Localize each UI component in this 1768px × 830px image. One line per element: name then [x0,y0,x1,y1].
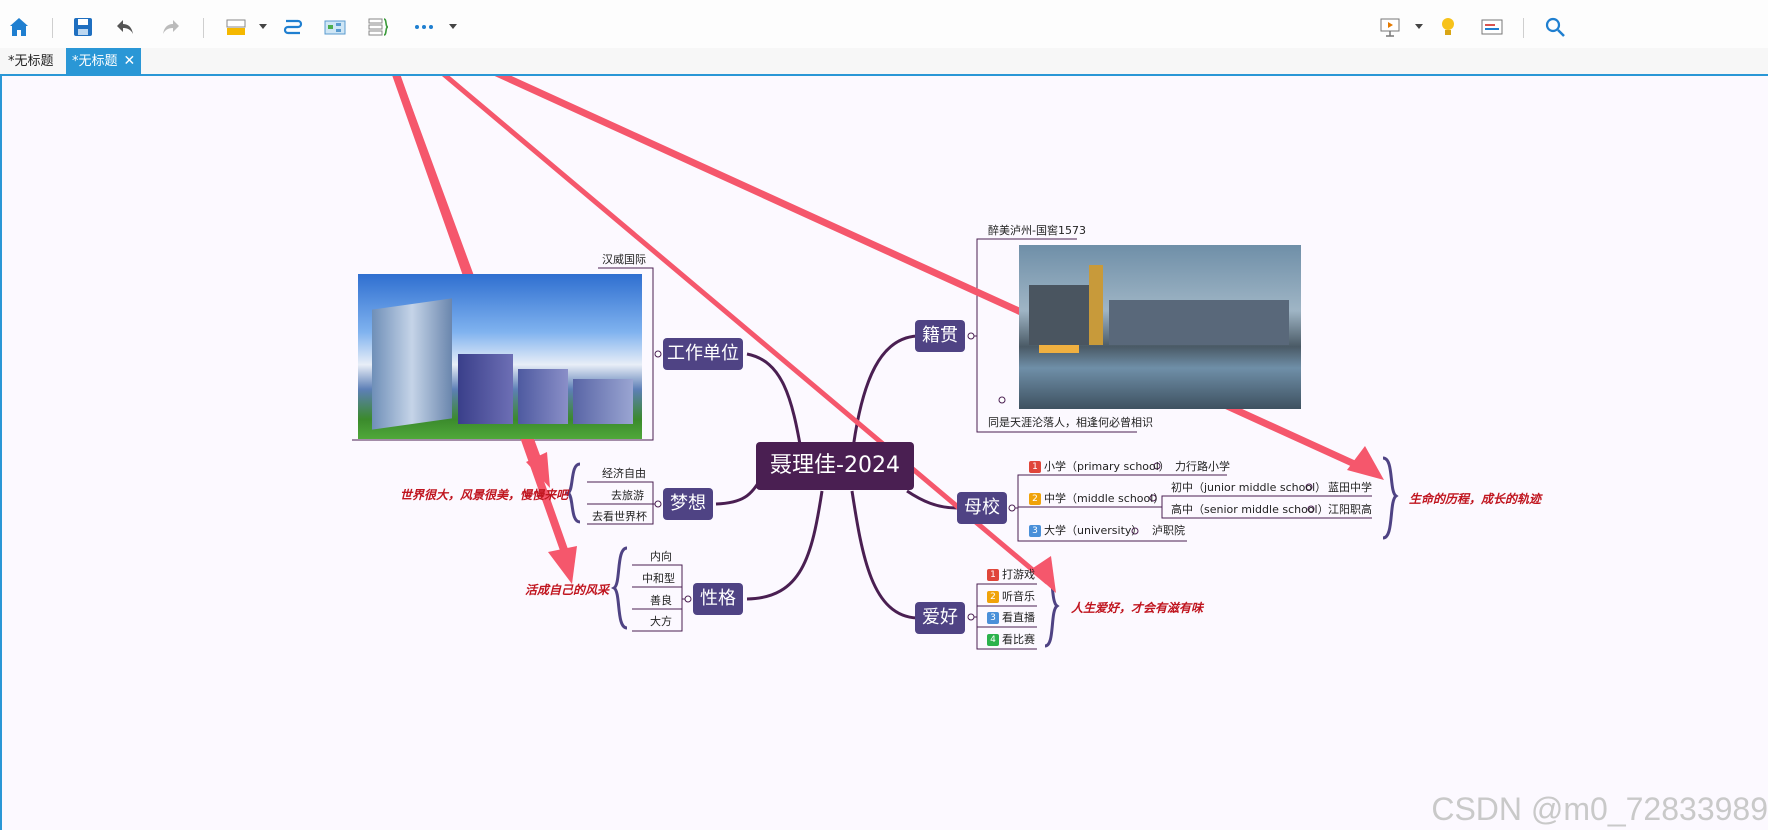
redo-button[interactable] [157,14,183,40]
subtopic-dream-1[interactable]: 经济自由 [602,467,646,481]
topic-work[interactable]: 工作单位 [663,338,743,370]
subtopic-label: 打游戏 [1002,568,1035,581]
branch-hobby [850,490,918,620]
tab-untitled-2[interactable]: *无标题 ✕ [66,48,142,75]
topic-hobby[interactable]: 爱好 [915,602,965,634]
subtopic-school-senior-value[interactable]: 江阳职高 [1328,503,1372,517]
insert-topic-button[interactable] [223,14,249,40]
subtopic-hometown-top[interactable]: 醉美泸州-国窖1573 [988,224,1086,238]
home-icon [10,18,28,36]
subtopic-hobby-2[interactable]: 2 听音乐 [987,590,1035,604]
priority-badge: 1 [987,569,999,581]
chevron-down-icon[interactable] [1415,22,1423,30]
subtopic-character-4[interactable]: 大方 [650,615,672,629]
presentation-button[interactable] [1377,14,1403,40]
topic-hometown[interactable]: 籍贯 [915,320,965,352]
summary-dream[interactable]: 世界很大，风景很美，慢慢来吧 [400,486,568,503]
map-structure-icon [324,20,346,35]
office-building-photo [358,274,642,439]
priority-badge: 2 [987,591,999,603]
undo-button[interactable] [113,14,139,40]
chevron-down-icon[interactable] [449,22,457,30]
boundary-button[interactable] [365,14,391,40]
subtopic-label: 小学（primary school） [1044,460,1170,473]
subtopic-character-1[interactable]: 内向 [650,550,672,564]
brace-school [1382,456,1399,540]
document-tabs: *无标题 *无标题 ✕ [0,48,1768,75]
save-button[interactable] [70,14,96,40]
tab-label: *无标题 [8,54,54,69]
priority-badge: 1 [1029,461,1041,473]
central-topic[interactable]: 聂理佳-2024 [756,442,914,490]
priority-badge: 2 [1029,493,1041,505]
panel-toggle-button[interactable] [1479,14,1505,40]
watermark: CSDN @m0_72833989 [1431,791,1768,827]
subtopic-dream-3[interactable]: 去看世界杯 [592,510,647,524]
search-icon [1545,17,1565,37]
redo-icon [163,20,179,34]
brace-character [610,546,628,630]
priority-badge: 4 [987,634,999,646]
luzhou-river-photo [1019,245,1301,409]
subtopic-dream-2[interactable]: 去旅游 [611,489,644,503]
relationship-button[interactable] [280,14,306,40]
topic-character[interactable]: 性格 [693,583,743,615]
subtopic-hobby-4[interactable]: 4 看比赛 [987,633,1035,647]
summary-button[interactable] [322,14,348,40]
boundary-icon [368,18,389,36]
topic-school[interactable]: 母校 [957,492,1007,524]
topic-dream[interactable]: 梦想 [663,488,713,520]
subtopic-hobby-1[interactable]: 1 打游戏 [987,568,1035,582]
subtopic-school-junior[interactable]: 初中（junior middle school） [1171,481,1326,495]
subtopic-school-university-value[interactable]: 泸职院 [1152,524,1185,538]
summary-school[interactable]: 生命的历程，成长的轨迹 [1409,490,1541,507]
mindmap-canvas[interactable]: 聂理佳-2024 工作单位 梦想 性格 籍贯 母校 爱好 汉威国际 经济自由 去… [0,76,1768,830]
relationship-icon [283,19,303,35]
subtopic-label: 看直播 [1002,611,1035,624]
subtopic-label: 中学（middle school） [1044,492,1165,505]
undo-icon [117,20,133,34]
subtopic-label: 听音乐 [1002,590,1035,603]
topic-icon [226,19,246,35]
chevron-down-icon[interactable] [259,22,267,30]
subtopic-hobby-3[interactable]: 3 看直播 [987,611,1035,625]
subtopic-character-2[interactable]: 中和型 [642,572,675,586]
more-icon [415,25,433,29]
subtopic-hometown-bottom[interactable]: 同是天涯沦落人，相逢何必曾相识 [988,416,1153,430]
toolbar [0,0,1768,49]
idea-button[interactable] [1435,14,1461,40]
subtopic-school-junior-value[interactable]: 蓝田中学 [1328,481,1372,495]
subtopic-work-company[interactable]: 汉威国际 [602,253,646,267]
priority-badge: 3 [987,612,999,624]
summary-hobby[interactable]: 人生爱好，才会有滋有味 [1071,599,1203,616]
subtopic-label: 看比赛 [1002,633,1035,646]
tab-untitled-1[interactable]: *无标题 [2,48,60,75]
presentation-icon [1380,18,1400,37]
subtopic-school-senior[interactable]: 高中（senior middle school） [1171,503,1329,517]
save-icon [74,18,92,36]
branch-character [746,490,824,601]
subtopic-school-university[interactable]: 3 大学（university） [1029,524,1142,538]
priority-badge: 3 [1029,525,1041,537]
home-button[interactable] [6,14,32,40]
subtopic-school-primary[interactable]: 1 小学（primary school） [1029,460,1170,474]
subtopic-school-middle[interactable]: 2 中学（middle school） [1029,492,1164,506]
panel-icon [1481,19,1503,35]
search-button[interactable] [1542,14,1568,40]
branch-hometown [850,334,918,457]
lightbulb-icon [1442,18,1454,35]
subtopic-label: 大学（university） [1044,524,1143,537]
summary-character[interactable]: 活成自己的风采 [525,581,609,598]
subtopic-character-3[interactable]: 善良 [650,594,672,608]
close-icon[interactable]: ✕ [124,53,136,69]
brace-dream [564,462,581,524]
more-button[interactable] [411,14,437,40]
tab-label: *无标题 [72,54,118,69]
subtopic-school-primary-value[interactable]: 力行路小学 [1175,460,1230,474]
